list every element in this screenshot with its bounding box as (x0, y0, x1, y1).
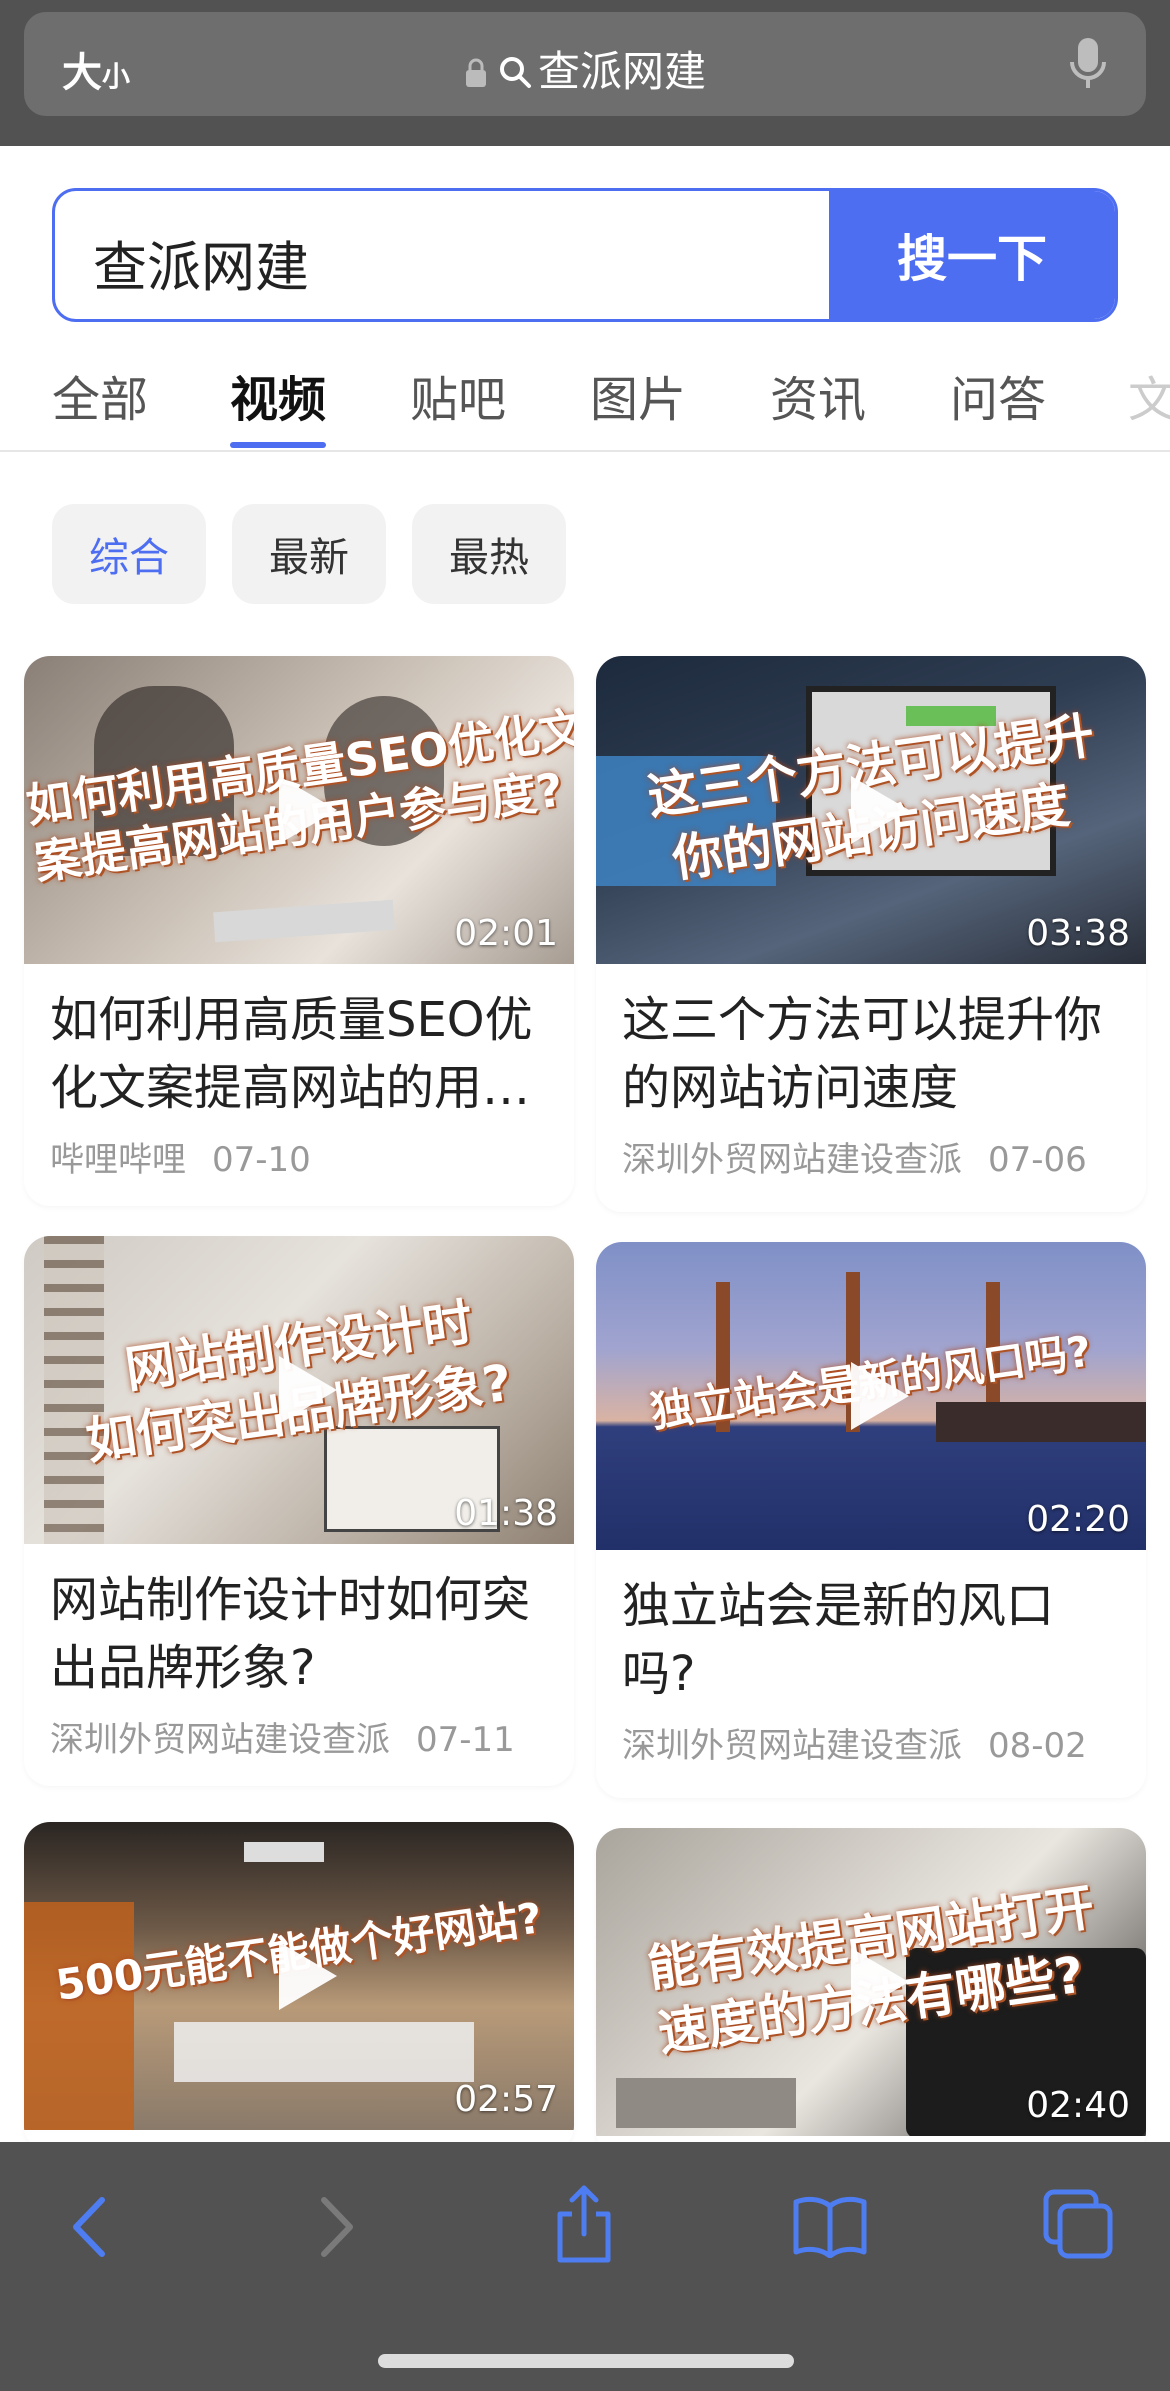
video-card[interactable]: 网站制作设计时 如何突出品牌形象? 01:38 网站制作设计时如何突出品牌形象?… (24, 1236, 574, 1786)
forward-icon[interactable] (312, 2192, 362, 2266)
filter-comprehensive[interactable]: 综合 (52, 504, 206, 604)
video-thumbnail[interactable]: 能有效提高网站打开 速度的方法有哪些? 02:40 (596, 1828, 1146, 2136)
video-meta: 深圳外贸网站建设查派 08-02 (622, 1718, 1120, 1767)
browser-bottom-toolbar (0, 2142, 1170, 2391)
bookmarks-icon[interactable] (792, 2194, 868, 2262)
video-date: 07-06 (988, 1140, 1087, 1180)
address-text: 查派网建 (537, 47, 706, 96)
play-icon (279, 776, 337, 844)
play-icon (279, 1356, 337, 1424)
video-card[interactable]: 500元能不能做个好网站? 02:57 (24, 1822, 574, 2152)
thumbnail-tablet-shape (213, 899, 395, 943)
video-date: 07-10 (212, 1140, 311, 1180)
video-card[interactable]: 独立站会是新的风口吗? 02:20 独立站会是新的风口吗? 深圳外贸网站建设查派… (596, 1242, 1146, 1798)
video-source: 深圳外贸网站建设查派 (622, 1140, 962, 1180)
video-title[interactable]: 独立站会是新的风口吗? (622, 1572, 1120, 1708)
video-title[interactable]: 这三个方法可以提升你的网站访问速度 (622, 986, 1120, 1122)
video-meta: 哔哩哔哩 07-10 (50, 1132, 548, 1181)
tabs-icon[interactable] (1042, 2188, 1114, 2264)
video-date: 07-11 (416, 1720, 515, 1760)
video-title[interactable]: 如何利用高质量SEO优化文案提高网站的用户参与度? (50, 986, 548, 1122)
browser-top-bar: 大小 查派网建 (0, 0, 1170, 146)
video-duration: 02:01 (454, 913, 558, 954)
search-input[interactable]: 查派网建 (93, 223, 309, 302)
address-bar[interactable]: 大小 查派网建 (24, 12, 1146, 116)
video-duration: 03:38 (1026, 913, 1130, 954)
play-icon (279, 1942, 337, 2010)
microphone-icon[interactable] (1068, 34, 1108, 98)
tab-all[interactable]: 全部 (52, 360, 148, 430)
play-icon (851, 776, 909, 844)
video-card[interactable]: 能有效提高网站打开 速度的方法有哪些? 02:40 (596, 1828, 1146, 2158)
thumbnail-desk-shape (174, 2022, 474, 2082)
video-card[interactable]: 这三个方法可以提升 你的网站访问速度 03:38 这三个方法可以提升你的网站访问… (596, 656, 1146, 1212)
thumbnail-books-shape (616, 2078, 796, 2128)
address-field[interactable]: 查派网建 (24, 38, 1146, 99)
category-tabs: 全部 视频 贴吧 图片 资讯 问答 文 (0, 346, 1170, 452)
active-tab-indicator (230, 442, 326, 448)
home-indicator (378, 2354, 794, 2368)
play-icon (851, 1948, 909, 2016)
share-icon[interactable] (552, 2182, 616, 2270)
tab-tieba[interactable]: 贴吧 (410, 360, 506, 430)
tab-images[interactable]: 图片 (590, 360, 686, 430)
video-source: 深圳外贸网站建设查派 (50, 1720, 390, 1760)
video-title[interactable]: 网站制作设计时如何突出品牌形象? (50, 1566, 548, 1702)
thumbnail-ceiling-shape (244, 1842, 324, 1862)
video-thumbnail[interactable]: 网站制作设计时 如何突出品牌形象? 01:38 (24, 1236, 574, 1544)
video-duration: 01:38 (454, 1493, 558, 1534)
back-icon[interactable] (64, 2192, 114, 2266)
search-icon (498, 50, 532, 99)
filter-hottest[interactable]: 最热 (412, 504, 566, 604)
search-box: 查派网建 搜一下 (52, 188, 1118, 322)
video-date: 08-02 (988, 1726, 1087, 1766)
search-button[interactable]: 搜一下 (829, 191, 1115, 319)
video-duration: 02:20 (1026, 1499, 1130, 1540)
tab-qa[interactable]: 问答 (950, 360, 1046, 430)
video-duration: 02:57 (454, 2079, 558, 2120)
lock-icon (464, 50, 488, 99)
thumbnail-ship-shape (936, 1402, 1146, 1442)
search-results-page: 查派网建 搜一下 全部 视频 贴吧 图片 资讯 问答 文 综合 最新 最热 如何… (0, 146, 1170, 2158)
video-card[interactable]: 如何利用高质量SEO优化文 案提高网站的用户参与度? 02:01 如何利用高质量… (24, 656, 574, 1206)
filter-latest[interactable]: 最新 (232, 504, 386, 604)
video-thumbnail[interactable]: 500元能不能做个好网站? 02:57 (24, 1822, 574, 2130)
video-duration: 02:40 (1026, 2085, 1130, 2126)
video-meta: 深圳外贸网站建设查派 07-11 (50, 1712, 548, 1761)
video-thumbnail[interactable]: 独立站会是新的风口吗? 02:20 (596, 1242, 1146, 1550)
video-thumbnail[interactable]: 这三个方法可以提升 你的网站访问速度 03:38 (596, 656, 1146, 964)
tab-video[interactable]: 视频 (230, 360, 326, 430)
video-meta: 深圳外贸网站建设查派 07-06 (622, 1132, 1120, 1181)
video-source: 哔哩哔哩 (50, 1140, 186, 1180)
tab-news[interactable]: 资讯 (770, 360, 866, 430)
video-thumbnail[interactable]: 如何利用高质量SEO优化文 案提高网站的用户参与度? 02:01 (24, 656, 574, 964)
video-source: 深圳外贸网站建设查派 (622, 1726, 962, 1766)
play-icon (851, 1362, 909, 1430)
tab-wenku[interactable]: 文 (1128, 360, 1170, 430)
